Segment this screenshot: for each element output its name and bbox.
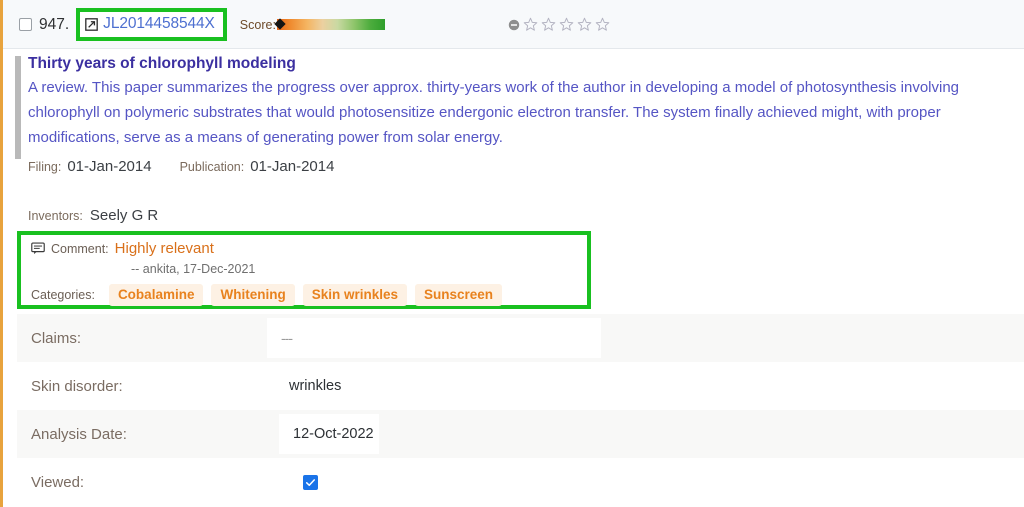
row-shade-band [379,410,1024,458]
field-label: Skin disorder: [31,377,123,395]
record-header-row: 947. JL2014458544X Score: [3,0,1024,49]
table-row: Viewed: [17,458,1024,506]
star-icon[interactable] [595,17,610,32]
score-indicator: Score: [240,18,385,32]
categories-row: Categories: Cobalamine Whitening Skin wr… [31,284,503,306]
category-tag[interactable]: Cobalamine [108,284,204,306]
row-shade-band [601,314,1024,362]
comment-highlight-box: Comment: Highly relevant -- ankita, 17-D… [17,231,591,309]
inventors-label: Inventors: [28,209,83,223]
publication-label: Publication: [179,160,245,174]
field-label: Analysis Date: [31,425,127,443]
patent-id-highlight-box: JL2014458544X [76,8,227,41]
document-title[interactable]: Thirty years of chlorophyll modeling [28,53,1023,75]
record-select-checkbox[interactable] [19,18,32,31]
viewed-checkbox[interactable] [303,474,318,490]
claims-field[interactable]: --- [267,318,612,358]
external-link-icon[interactable] [85,17,99,31]
rating-control[interactable] [508,0,610,49]
document-abstract: A review. This paper summarizes the prog… [28,79,960,146]
document-summary: Thirty years of chlorophyll modeling A r… [28,53,1023,150]
category-tag[interactable]: Whitening [211,284,295,306]
category-tag[interactable]: Sunscreen [415,284,503,306]
star-icon[interactable] [559,17,574,32]
field-value: --- [281,330,293,346]
comment-bubble-icon[interactable] [31,242,45,255]
comment-text[interactable]: Highly relevant [115,240,214,257]
comment-author: -- ankita, 17-Dec-2021 [131,262,256,276]
publication-date: 01-Jan-2014 [250,158,335,175]
patent-id-link[interactable]: JL2014458544X [103,15,215,33]
star-icon[interactable] [541,17,556,32]
analysis-date-field[interactable]: 12-Oct-2022 [279,414,391,454]
score-label: Score: [239,17,276,32]
viewed-field[interactable] [289,462,389,502]
comment-row: Comment: Highly relevant [31,240,214,257]
record-number: 947. [39,15,70,33]
score-marker [274,18,286,30]
table-row: Skin disorder: wrinkles [17,362,1024,410]
inventors-row: Inventors: Seely G R [28,207,158,224]
score-gradient-bar [274,18,385,30]
patent-record-card: 947. JL2014458544X Score: Thirty years o… [0,0,1024,507]
category-tag[interactable]: Skin wrinkles [302,284,407,306]
field-label: Viewed: [31,473,85,491]
comment-label: Comment: [51,241,109,256]
filing-label: Filing: [28,160,62,174]
field-label: Claims: [31,329,82,347]
quote-accent-bar [15,56,21,159]
record-header-left: 947. JL2014458544X Score: [19,0,385,49]
filing-date: 01-Jan-2014 [67,158,152,175]
dates-row: Filing: 01-Jan-2014 Publication: 01-Jan-… [28,158,334,175]
categories-label: Categories: [31,288,95,302]
no-rating-circle-icon[interactable] [508,19,520,31]
star-icon[interactable] [577,17,592,32]
inventors-value: Seely G R [89,207,159,224]
star-icon[interactable] [523,17,538,32]
skin-disorder-field[interactable]: wrinkles [275,366,405,406]
